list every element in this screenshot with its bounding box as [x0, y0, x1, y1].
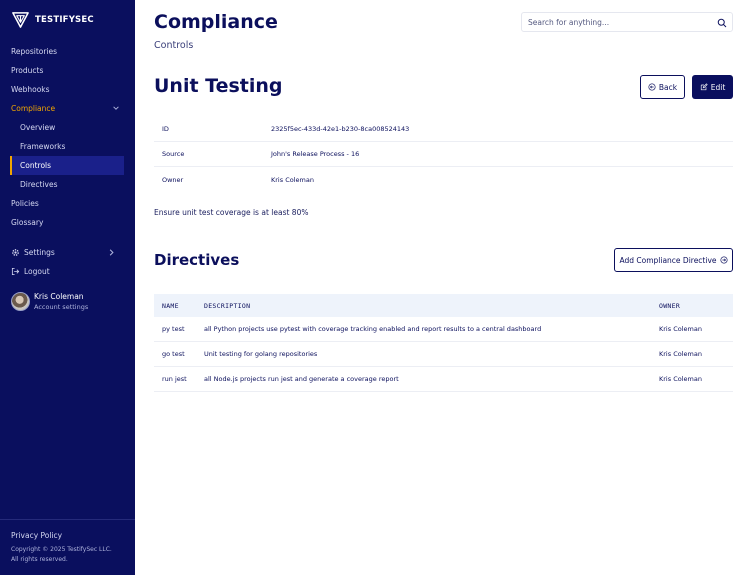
sidebar-item-label: Policies [11, 199, 39, 208]
testifysec-logo-icon [12, 12, 29, 28]
cell-description: Unit testing for golang repositories [204, 350, 318, 358]
sidebar-item-label: Directives [20, 180, 58, 189]
search-box[interactable] [521, 12, 733, 32]
copyright-line: All rights reserved. [11, 556, 68, 563]
logout-icon [11, 267, 20, 276]
sidebar-item-frameworks[interactable]: Frameworks [0, 137, 135, 156]
sidebar-item-products[interactable]: Products [0, 61, 135, 80]
detail-value: 2325f5ec-433d-42e1-b230-8ca008524143 [271, 125, 410, 133]
detail-label: Owner [162, 175, 184, 184]
search-input[interactable] [528, 17, 708, 27]
control-details: ID 2325f5ec-433d-42e1-b230-8ca008524143 … [154, 117, 733, 192]
column-header-owner[interactable]: OWNER [659, 302, 733, 310]
user-name: Kris Coleman [34, 292, 84, 301]
plus-circle-icon [719, 256, 728, 264]
sidebar-item-label: Overview [20, 123, 56, 132]
sidebar-nav: Repositories Products Webhooks Complianc… [0, 42, 135, 232]
sidebar-item-label: Compliance [11, 104, 56, 113]
cell-owner: Kris Coleman [659, 350, 702, 358]
sidebar-item-webhooks[interactable]: Webhooks [0, 80, 135, 99]
sidebar-item-overview[interactable]: Overview [0, 118, 135, 137]
cell-name: py test [162, 325, 185, 333]
detail-row-source: Source John's Release Process - 16 [154, 142, 733, 167]
detail-value: Kris Coleman [271, 175, 314, 184]
avatar [11, 292, 30, 311]
sidebar-item-compliance[interactable]: Compliance [0, 99, 135, 118]
sidebar-item-controls[interactable]: Controls [10, 156, 124, 175]
detail-row-id: ID 2325f5ec-433d-42e1-b230-8ca008524143 [154, 117, 733, 142]
user-profile[interactable]: Kris Coleman Account settings [11, 292, 88, 311]
control-description: Ensure unit test coverage is at least 80… [154, 208, 309, 217]
edit-button[interactable]: Edit [692, 75, 733, 99]
detail-label: ID [162, 125, 169, 133]
privacy-policy-link[interactable]: Privacy Policy [11, 531, 124, 540]
sidebar-item-policies[interactable]: Policies [0, 194, 135, 213]
table-row[interactable]: run jest all Node.js projects run jest a… [154, 367, 733, 392]
edit-button-label: Edit [710, 82, 726, 92]
user-text: Kris Coleman Account settings [34, 292, 88, 311]
sidebar-item-label: Settings [24, 248, 55, 257]
search-icon[interactable] [717, 18, 727, 28]
back-button[interactable]: Back [640, 75, 685, 99]
add-compliance-directive-button[interactable]: Add Compliance Directive [614, 248, 733, 272]
sidebar-item-label: Logout [24, 267, 50, 276]
page-title: Compliance [154, 11, 278, 33]
table-header: NAME DESCRIPTION OWNER [154, 294, 733, 317]
main-content: Compliance Controls Unit Testing Back Ed… [135, 0, 750, 575]
sidebar-item-repositories[interactable]: Repositories [0, 42, 135, 61]
chevron-down-icon [113, 106, 119, 110]
control-title: Unit Testing [154, 75, 283, 97]
brand-logo[interactable]: TESTIFYSEC [11, 10, 94, 29]
add-directive-label: Add Compliance Directive [619, 255, 717, 265]
directives-heading: Directives [154, 251, 240, 269]
sidebar-item-label: Controls [20, 161, 52, 170]
sidebar-item-label: Webhooks [11, 85, 50, 94]
sidebar-item-glossary[interactable]: Glossary [0, 213, 135, 232]
gear-icon [12, 249, 19, 256]
account-settings-link[interactable]: Account settings [34, 303, 88, 311]
table-row[interactable]: py test all Python projects use pytest w… [154, 317, 733, 342]
column-header-description[interactable]: DESCRIPTION [204, 302, 659, 310]
sidebar-item-settings[interactable]: Settings [0, 243, 135, 262]
detail-value[interactable]: John's Release Process - 16 [271, 150, 359, 158]
sidebar-item-label: Frameworks [20, 142, 66, 151]
sidebar-item-label: Products [11, 66, 44, 75]
table-row[interactable]: go test Unit testing for golang reposito… [154, 342, 733, 367]
back-button-label: Back [658, 82, 678, 92]
sidebar-settings-group: Settings Logout [0, 243, 135, 281]
column-header-name[interactable]: NAME [154, 302, 204, 310]
copyright-text: Copyright © 2025 TestifySec LLC. All rig… [11, 545, 124, 565]
directives-table: NAME DESCRIPTION OWNER py test all Pytho… [154, 294, 733, 392]
cell-owner: Kris Coleman [659, 325, 702, 333]
sidebar-item-label: Glossary [11, 218, 44, 227]
brand-name: TESTIFYSEC [35, 14, 94, 25]
chevron-right-icon [109, 249, 114, 256]
cell-name: go test [162, 350, 185, 358]
sidebar-item-logout[interactable]: Logout [0, 262, 135, 281]
detail-label: Source [162, 150, 185, 158]
arrow-left-circle-icon [648, 83, 656, 91]
cell-owner: Kris Coleman [659, 375, 702, 383]
edit-icon [700, 83, 708, 91]
sidebar: TESTIFYSEC Repositories Products Webhook… [0, 0, 135, 575]
cell-description: all Python projects use pytest with cove… [204, 325, 542, 333]
sidebar-footer: Privacy Policy Copyright © 2025 TestifyS… [0, 519, 135, 565]
sidebar-item-label: Repositories [11, 47, 58, 56]
cell-description: all Node.js projects run jest and genera… [204, 375, 399, 383]
cell-name: run jest [162, 375, 187, 383]
sidebar-item-directives[interactable]: Directives [0, 175, 135, 194]
breadcrumb: Controls [154, 40, 194, 51]
copyright-line: Copyright © 2025 TestifySec LLC. [11, 546, 112, 553]
detail-row-owner: Owner Kris Coleman [154, 167, 733, 192]
